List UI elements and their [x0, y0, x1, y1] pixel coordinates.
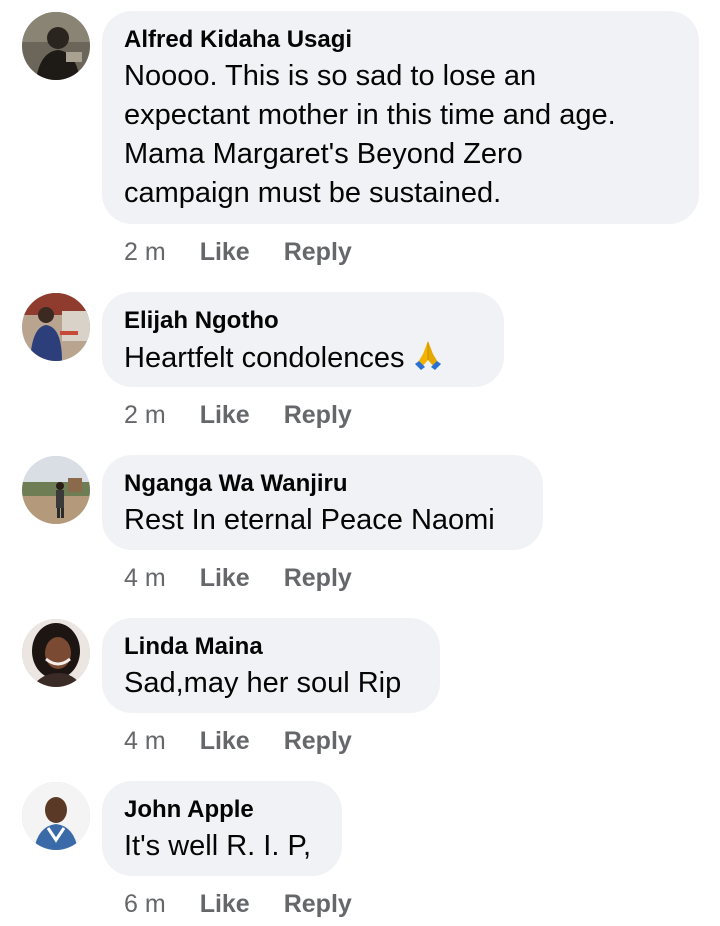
comment-text-line: expectant mother in this time and age. [124, 99, 616, 131]
comment-actions: 2 m Like Reply [124, 237, 352, 267]
like-button[interactable]: Like [200, 563, 250, 593]
comment-timestamp[interactable]: 2 m [124, 400, 166, 430]
comment-timestamp[interactable]: 4 m [124, 563, 166, 593]
avatar-photo [22, 293, 90, 361]
comment-actions: 4 m Like Reply [124, 563, 352, 593]
avatar-photo [22, 456, 90, 524]
avatar[interactable] [22, 456, 90, 524]
avatar-photo [22, 12, 90, 80]
comment-text: Sad,may her soul Rip [124, 667, 402, 699]
avatar[interactable] [22, 12, 90, 80]
comment-text: Heartfelt condolences [124, 338, 482, 378]
comment-actions: 4 m Like Reply [124, 726, 352, 756]
reply-button[interactable]: Reply [284, 726, 352, 756]
avatar[interactable] [22, 293, 90, 361]
comment-bubble: John Apple It's well R. I. P, [102, 781, 342, 876]
like-button[interactable]: Like [200, 237, 250, 267]
avatar[interactable] [22, 782, 90, 850]
comment-author[interactable]: Elijah Ngotho [124, 306, 482, 336]
like-button[interactable]: Like [200, 889, 250, 919]
comment-text: It's well R. I. P, [124, 830, 312, 862]
comment-actions: 2 m Like Reply [124, 400, 352, 430]
reply-button[interactable]: Reply [284, 889, 352, 919]
folded-hands-icon [414, 341, 441, 370]
comment-author[interactable]: Nganga Wa Wanjiru [124, 469, 521, 499]
avatar-photo [22, 619, 90, 687]
comment-author[interactable]: Linda Maina [124, 632, 418, 662]
avatar-photo [22, 782, 90, 850]
comment-text-content: Heartfelt condolences [124, 342, 405, 374]
comment-bubble: Elijah Ngotho Heartfelt condolences [102, 292, 504, 387]
comment-text-line: Noooo. This is so sad to lose an [124, 60, 537, 92]
comment-author[interactable]: Alfred Kidaha Usagi [124, 25, 677, 55]
comment-text-line: Mama Margaret's Beyond Zero [124, 138, 523, 170]
reply-button[interactable]: Reply [284, 237, 352, 267]
like-button[interactable]: Like [200, 400, 250, 430]
avatar[interactable] [22, 619, 90, 687]
comment-text-line: campaign must be sustained. [124, 177, 502, 209]
comment-bubble: Nganga Wa Wanjiru Rest In eternal Peace … [102, 455, 543, 550]
comment-timestamp[interactable]: 2 m [124, 237, 166, 267]
comment-author[interactable]: John Apple [124, 795, 320, 825]
comment-bubble: Alfred Kidaha Usagi Noooo. This is so sa… [102, 11, 699, 224]
comment-text: Rest In eternal Peace Naomi [124, 504, 495, 536]
comment-actions: 6 m Like Reply [124, 889, 352, 919]
comment-timestamp[interactable]: 4 m [124, 726, 166, 756]
comment-timestamp[interactable]: 6 m [124, 889, 166, 919]
like-button[interactable]: Like [200, 726, 250, 756]
comment-bubble: Linda Maina Sad,may her soul Rip [102, 618, 440, 713]
reply-button[interactable]: Reply [284, 563, 352, 593]
reply-button[interactable]: Reply [284, 400, 352, 430]
